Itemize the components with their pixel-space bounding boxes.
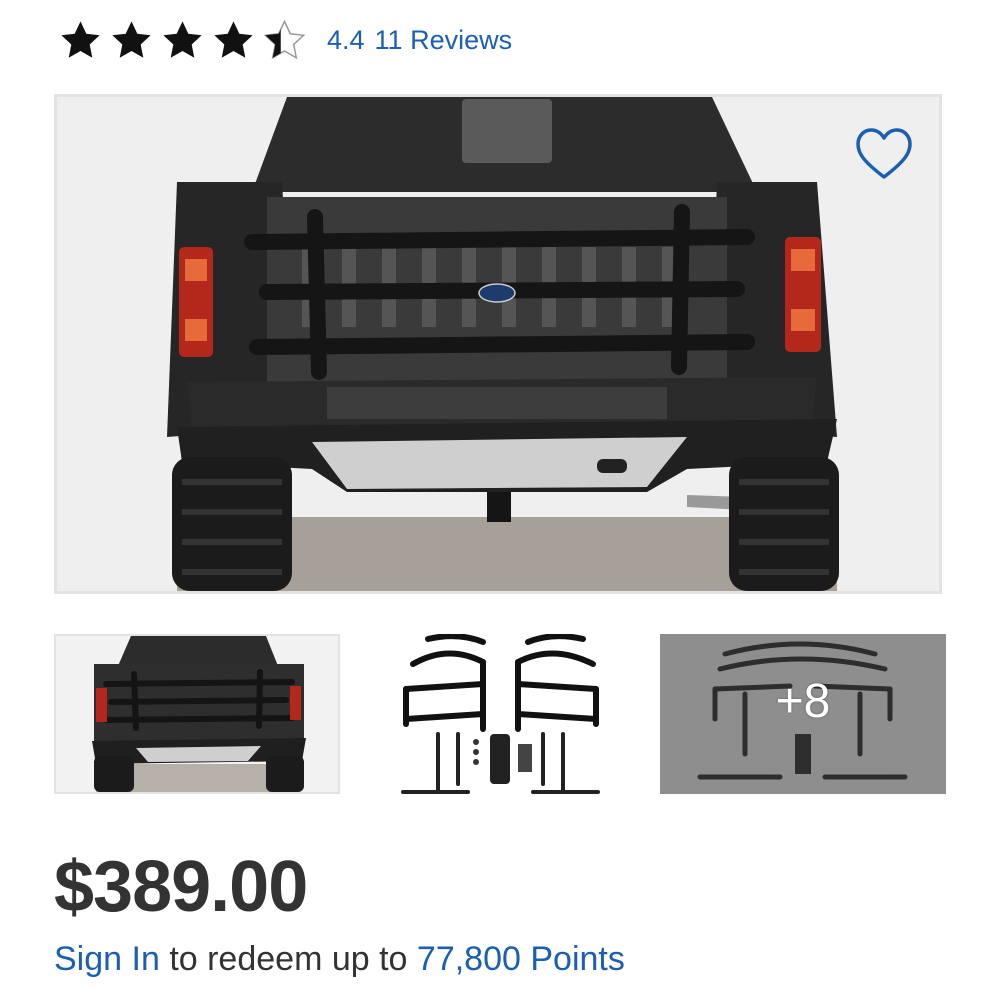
rewards-text: to redeem up to: [169, 940, 408, 978]
thumbnail-more-images[interactable]: +8: [660, 634, 946, 794]
rating-row: 4.4 11 Reviews: [58, 12, 512, 68]
rating-value: 4.4: [327, 24, 365, 55]
star-filled-icon: [109, 18, 154, 63]
star-rating: [58, 18, 313, 63]
star-partial-icon: [262, 18, 307, 63]
parts-layout-thumbnail: [358, 634, 644, 794]
star-filled-icon: [58, 18, 103, 63]
thumbnail-parts-layout[interactable]: [358, 634, 644, 794]
truck-tailgate-image: [57, 97, 939, 591]
heart-outline-icon[interactable]: [855, 127, 913, 181]
reviews-count: 11 Reviews: [374, 24, 513, 55]
star-filled-icon: [160, 18, 205, 63]
more-images-count: +8: [775, 675, 831, 728]
star-filled-icon: [211, 18, 256, 63]
main-product-image[interactable]: [54, 94, 942, 594]
thumbnail-truck-rear[interactable]: [54, 634, 340, 794]
product-price: $389.00: [54, 847, 308, 927]
rewards-points-row: Sign In to redeem up to 77,800 Points: [54, 940, 625, 979]
truck-rear-thumbnail: [56, 636, 338, 792]
product-page: 4.4 11 Reviews +8 $389.00 Sign In to red…: [0, 0, 1000, 1000]
points-link[interactable]: 77,800 Points: [417, 940, 625, 978]
reviews-link[interactable]: 4.4 11 Reviews: [327, 25, 512, 56]
sign-in-link[interactable]: Sign In: [54, 940, 160, 978]
